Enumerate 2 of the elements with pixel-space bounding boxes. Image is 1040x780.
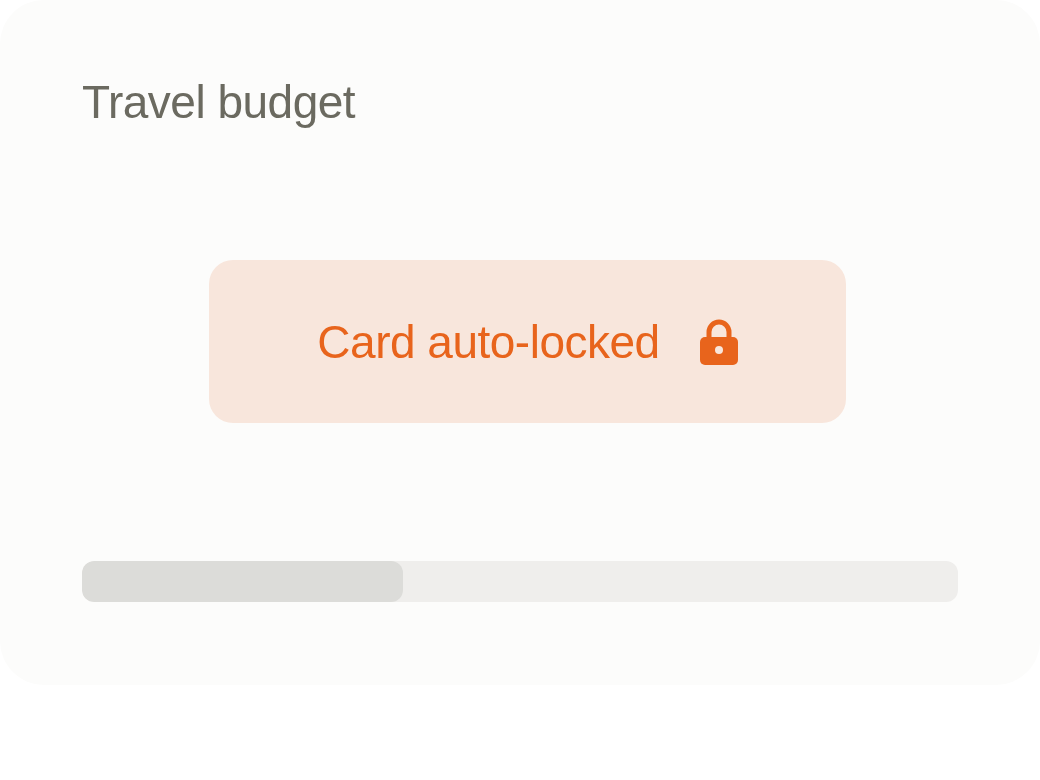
card-title: Travel budget	[82, 75, 356, 130]
status-text: Card auto-locked	[317, 314, 660, 369]
